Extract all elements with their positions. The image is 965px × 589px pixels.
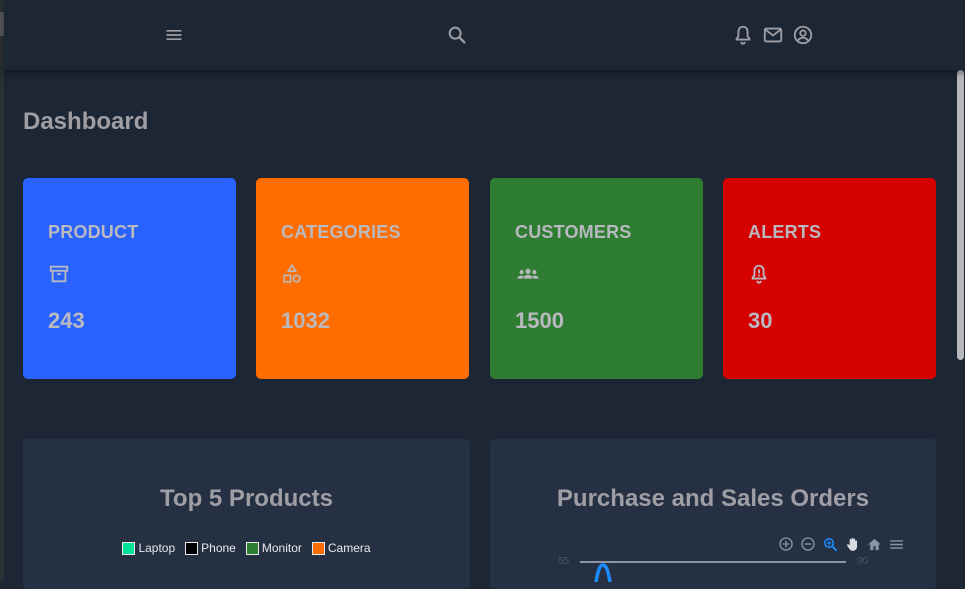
chart-legend: Laptop Phone Monitor Camera [23,541,470,555]
legend-swatch [185,541,199,555]
panel-title: Purchase and Sales Orders [556,485,870,512]
mail-icon[interactable] [761,23,785,47]
category-shapes-icon [281,263,303,290]
page-title: Dashboard [23,108,149,135]
legend-item-phone[interactable]: Phone [185,541,236,555]
legend-label: Monitor [261,541,302,555]
archive-icon [48,263,70,290]
zoom-out-icon[interactable] [799,535,817,553]
slider-min-label: 55 [558,556,570,567]
card-value: 243 [48,308,85,333]
legend-label: Phone [201,541,236,555]
reset-home-icon[interactable] [865,535,883,553]
card-categories[interactable]: CATEGORIES 1032 [256,178,469,379]
legend-item-camera[interactable]: Camera [311,541,371,555]
legend-swatch [122,541,136,555]
range-slider-track[interactable] [580,561,846,563]
card-customers[interactable]: CUSTOMERS 1500 [490,178,703,379]
card-product[interactable]: PRODUCT 243 [23,178,236,379]
legend-swatch [311,541,325,555]
account-circle-icon[interactable] [791,23,815,47]
card-value: 30 [748,308,773,333]
card-alerts[interactable]: ALERTS 30 [723,178,936,379]
orders-panel: Purchase and Sales Orders 55 90 [490,439,936,589]
selection-zoom-icon[interactable] [821,535,839,553]
window-edge [0,0,4,581]
hamburger-menu-icon[interactable] [887,535,905,553]
legend-swatch [245,541,259,555]
card-label: ALERTS [748,222,822,242]
bell-alert-icon [748,263,770,290]
header-actions [731,23,815,47]
search-icon[interactable] [446,24,468,51]
top-products-panel: Top 5 Products Laptop Phone Monitor Came… [23,439,470,589]
legend-label: Laptop [138,541,176,555]
card-value: 1032 [281,308,330,333]
chart-toolbar [777,535,905,553]
scrollbar-thumb[interactable] [957,70,964,360]
slider-max-label: 90 [857,556,869,567]
legend-label: Camera [327,541,371,555]
bell-icon[interactable] [731,23,755,47]
people-group-icon [515,263,541,290]
zoom-in-icon[interactable] [777,535,795,553]
pan-hand-icon[interactable] [843,535,861,553]
legend-item-laptop[interactable]: Laptop [122,541,175,555]
top-header [4,0,965,70]
card-value: 1500 [515,308,564,333]
legend-item-monitor[interactable]: Monitor [245,541,302,555]
card-label: PRODUCT [48,222,139,242]
panel-title: Top 5 Products [160,485,333,512]
vertical-scrollbar[interactable] [956,70,965,581]
card-label: CATEGORIES [281,222,401,242]
card-label: CUSTOMERS [515,222,632,242]
menu-icon[interactable] [164,25,184,50]
range-slider-handle[interactable] [594,562,612,582]
